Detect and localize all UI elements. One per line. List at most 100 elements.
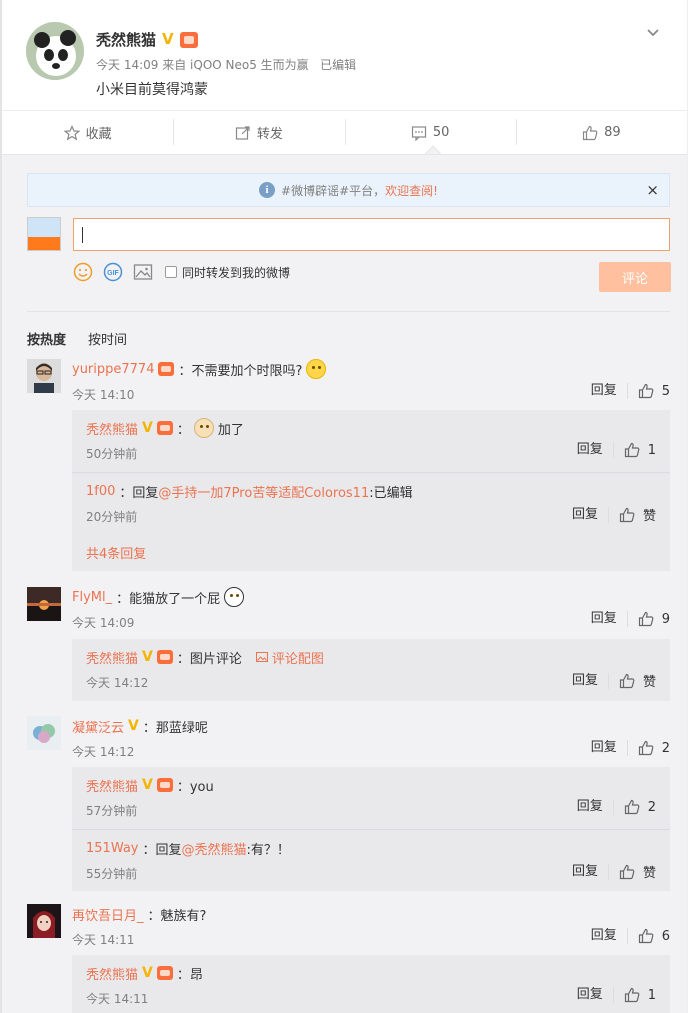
vip-icon [158,362,175,376]
divider [27,311,670,312]
reply-like-button[interactable]: 1 [624,442,656,458]
reply-text: ：图片评论 [176,651,242,667]
reply-button[interactable]: 回复 [577,987,614,1003]
weibo-post-frame: 秃然熊猫 V 今天 14:09 来自 iQOO Neo5 生而为赢 已编辑 小米… [0,0,688,1013]
commenter-name[interactable]: yurippe7774 [72,362,154,377]
reply-author[interactable]: 秃然熊猫 [86,776,138,795]
commenter-name[interactable]: 凝黛泛云 [72,717,124,736]
chevron-down-icon[interactable] [646,26,660,40]
reply-like-button[interactable]: 1 [624,987,656,1003]
commenter-name[interactable]: FlyMl_ [72,590,112,605]
reply-author[interactable]: 1f00 [86,484,115,499]
post-card: 秃然熊猫 V 今天 14:09 来自 iQOO Neo5 生而为赢 已编辑 小米… [26,22,666,110]
commenter-name[interactable]: 再饮吾日月_ [72,905,144,924]
comment-like-count: 2 [661,740,670,756]
comment-time: 今天 14:09 [72,616,135,630]
reply-author[interactable]: 秃然熊猫 [86,648,138,667]
verified-icon: V [162,30,174,48]
repost-checkbox[interactable]: 同时转发到我的微博 [165,264,290,281]
reply-time: 50分钟前 [86,447,138,461]
verified-icon: V [142,420,153,436]
submit-comment-button[interactable]: 评论 [599,262,671,292]
mention-link[interactable]: @手持一加7Pro苦等适配Coloros11 [158,482,369,501]
thumb-up-icon [624,987,640,1003]
post-time[interactable]: 今天 14:09 [96,58,158,72]
commenter-avatar[interactable] [27,359,61,393]
comment-input[interactable] [73,218,670,251]
comment-section: i #微博辟谣#平台， 欢迎查阅! × GIF 同时转发到我的微博 评论 按热度… [2,154,687,1013]
vip-icon [156,421,173,435]
comment-like-button[interactable]: 9 [638,611,670,627]
my-avatar[interactable] [27,217,61,251]
notice-text: #微博辟谣#平台， [281,183,386,198]
comment-icon [411,125,426,141]
reply-button[interactable]: 回复 [572,506,609,523]
thumb-up-icon [582,125,598,140]
reply-author[interactable]: 秃然熊猫 [86,964,138,983]
gif-icon[interactable]: GIF [103,262,123,282]
favorite-button[interactable]: 收藏 [2,111,173,154]
thumb-up-icon [619,673,635,688]
reply-item: 秃然熊猫 V ：you 57分钟前 回复 2 [72,767,670,829]
vip-icon [156,778,173,792]
reply-time: 今天 14:12 [86,676,149,690]
commenter-avatar[interactable] [27,904,61,938]
reply-button[interactable]: 回复 [591,611,628,627]
thumb-up-icon [638,611,654,627]
comment-text: ：不需要加个时限吗? [178,363,303,379]
reply-thread: 秃然熊猫 V ：图片评论 评论配图 今天 14:12 回复 赞 [72,639,670,701]
close-icon[interactable]: × [646,181,659,199]
post-text: 小米目前莫得鸿蒙 [96,82,208,98]
author-name[interactable]: 秃然熊猫 [96,29,156,50]
comment-image-link[interactable]: 评论配图 [255,648,324,667]
reply-button[interactable]: 回复 [591,928,628,944]
verified-icon: V [142,965,153,981]
like-button[interactable]: 89 [515,111,687,154]
reply-item: 秃然熊猫 V ： 加了 50分钟前 回复 1 [72,410,670,472]
reply-time: 55分钟前 [86,867,138,881]
favorite-label: 收藏 [85,127,112,142]
reply-like-button[interactable]: 2 [624,799,656,815]
more-replies-link[interactable]: 共4条回复 [86,543,146,562]
commenter-avatar[interactable] [27,716,61,750]
reply-button[interactable]: 回复 [591,383,628,399]
checkbox-box[interactable] [165,266,177,278]
reply-button[interactable]: 回复 [577,799,614,815]
post-edited[interactable]: 已编辑 [320,58,356,72]
repost-button[interactable]: 转发 [173,111,344,154]
comment-text: ：能猫放了一个屁 [116,591,221,607]
notice-link[interactable]: 欢迎查阅! [385,182,438,199]
reply-button[interactable]: 回复 [591,740,628,756]
author-avatar[interactable] [26,22,84,80]
repost-checkbox-label: 同时转发到我的微博 [182,265,291,280]
comment-like-button[interactable]: 5 [638,383,670,399]
reply-prefix: ：回复 [119,485,159,501]
comment-text: ：那蓝绿呢 [142,720,208,736]
comment-image-label: 评论配图 [271,651,324,667]
reply-button[interactable]: 回复 [577,442,614,458]
reply-like-count: 1 [647,442,656,458]
comment-like-count: 6 [661,928,670,944]
reply-like-button[interactable]: 赞 [619,671,656,690]
like-count: 89 [604,125,621,140]
reply-like-button[interactable]: 赞 [619,862,656,881]
reply-like-count: 赞 [642,866,656,881]
reply-button[interactable]: 回复 [572,672,609,689]
reply-button[interactable]: 回复 [572,863,609,880]
thumb-up-icon [638,740,654,756]
post-meta: 今天 14:09 来自 iQOO Neo5 生而为赢 已编辑 [96,56,356,73]
comment-like-button[interactable]: 2 [638,740,670,756]
sort-by-time-tab[interactable]: 按时间 [88,329,127,348]
smile-icon[interactable] [73,262,93,282]
sort-by-hot-tab[interactable]: 按热度 [27,329,66,348]
comment-text: ：魅族有? [147,908,207,924]
reply-like-button[interactable]: 赞 [619,505,656,524]
composer-tools: GIF 同时转发到我的微博 [73,262,290,282]
reply-author[interactable]: 秃然熊猫 [86,419,138,438]
comment-like-button[interactable]: 6 [638,928,670,944]
vip-icon [179,31,198,48]
image-icon[interactable] [133,262,153,282]
mention-link[interactable]: @秃然熊猫 [182,839,247,858]
reply-author[interactable]: 151Way [86,841,139,856]
commenter-avatar[interactable] [27,587,61,621]
